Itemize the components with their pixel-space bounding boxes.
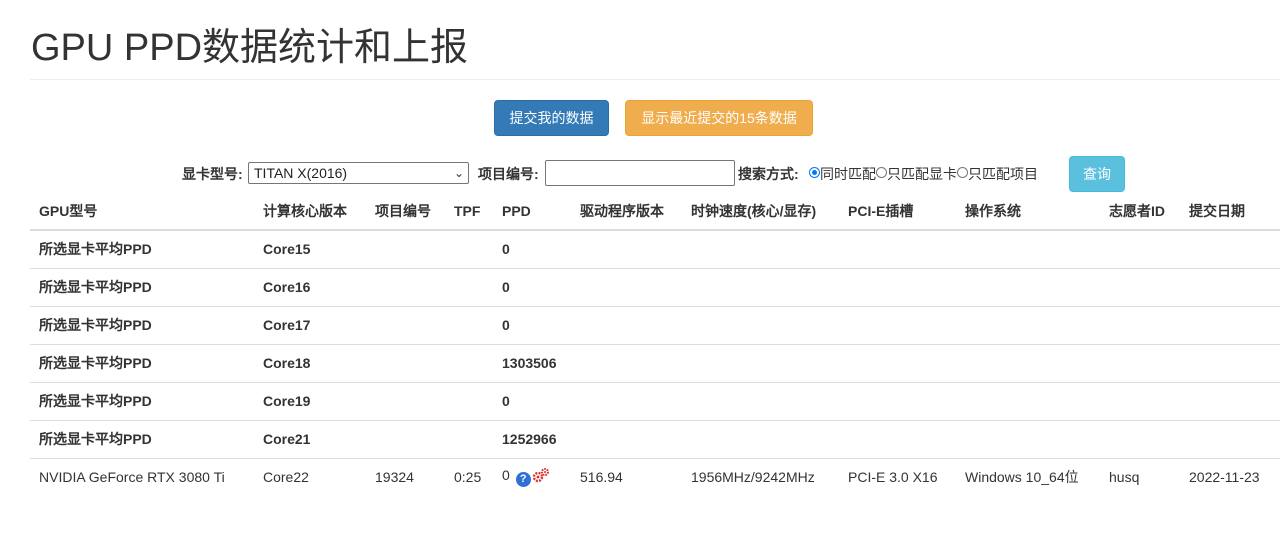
avg-core: Core19 [254,381,366,420]
row-driver: 516.94 [571,457,682,496]
col-os: 操作系统 [956,192,1100,231]
avg-ppd: 1303506 [493,343,571,382]
title-divider [30,79,1280,80]
submit-data-button[interactable]: 提交我的数据 [494,100,609,136]
row-ppd: 0 [502,467,510,484]
col-gpu-model: GPU型号 [30,192,254,231]
gear-link-icon[interactable] [532,467,550,483]
col-project-id: 项目编号 [366,192,445,231]
show-recent-button[interactable]: 显示最近提交的15条数据 [625,100,813,136]
row-project-id: 19324 [366,457,445,496]
table-row-average: 所选显卡平均PPD Core15 0 [30,230,1280,268]
col-clock-speed: 时钟速度(核心/显存) [682,192,839,231]
avg-core: Core16 [254,267,366,306]
row-tpf: 0:25 [445,457,493,496]
col-submit-date: 提交日期 [1180,192,1280,231]
table-row-average: 所选显卡平均PPD Core18 1303506 [30,343,1280,382]
row-date: 2022-11-23 [1180,457,1280,496]
radio-match-gpu[interactable] [876,167,887,178]
avg-label: 所选显卡平均PPD [30,343,254,382]
search-mode-group: 同时匹配 只匹配显卡 只匹配项目 [809,164,1038,184]
radio-match-project-label: 只匹配项目 [968,166,1038,182]
table-row-average: 所选显卡平均PPD Core19 0 [30,381,1280,420]
avg-ppd: 0 [493,305,571,344]
project-id-label: 项目编号: [478,166,539,182]
col-ppd: PPD [493,192,571,231]
search-mode-label: 搜索方式: [738,166,799,182]
row-ppd-cell: 0 ? [493,457,571,496]
col-tpf: TPF [445,192,493,231]
avg-ppd: 0 [493,381,571,420]
avg-label: 所选显卡平均PPD [30,381,254,420]
row-volunteer: husq [1100,457,1180,496]
radio-match-both-label: 同时匹配 [820,166,876,182]
avg-core: Core15 [263,241,311,258]
col-driver-version: 驱动程序版本 [571,192,682,231]
avg-label: 所选显卡平均PPD [39,241,152,258]
col-core-version: 计算核心版本 [254,192,366,231]
question-icon[interactable]: ? [515,472,531,488]
avg-core: Core21 [254,419,366,458]
table-row-average: 所选显卡平均PPD Core17 0 [30,305,1280,344]
avg-core: Core18 [254,343,366,382]
row-clock: 1956MHz/9242MHz [682,457,839,496]
avg-label: 所选显卡平均PPD [30,419,254,458]
row-os: Windows 10_64位 [956,457,1100,496]
avg-label: 所选显卡平均PPD [30,267,254,306]
row-core: Core22 [254,457,366,496]
project-id-input[interactable] [545,160,735,186]
table-row: NVIDIA GeForce RTX 3080 Ti Core22 19324 … [30,457,1280,496]
row-pcie: PCI-E 3.0 X16 [839,457,956,496]
row-gpu-model: NVIDIA GeForce RTX 3080 Ti [30,457,254,496]
query-button[interactable]: 查询 [1069,156,1125,192]
table-row-average: 所选显卡平均PPD Core16 0 [30,267,1280,306]
ppd-table: GPU型号 计算核心版本 项目编号 TPF PPD 驱动程序版本 时钟速度(核心… [30,192,1280,496]
avg-ppd: 0 [502,241,510,258]
col-volunteer-id: 志愿者ID [1100,192,1180,231]
gpu-model-label: 显卡型号: [182,166,243,182]
page-title: GPU PPD数据统计和上报 [31,27,469,69]
avg-ppd: 0 [493,267,571,306]
avg-label: 所选显卡平均PPD [30,305,254,344]
table-row-average: 所选显卡平均PPD Core21 1252966 [30,419,1280,458]
radio-match-both[interactable] [809,167,820,178]
chevron-down-icon: ⌄ [453,166,464,180]
avg-core: Core17 [254,305,366,344]
gpu-model-select[interactable]: TITAN X(2016) ⌄ [248,162,469,184]
avg-ppd: 1252966 [493,419,571,458]
radio-match-gpu-label: 只匹配显卡 [887,166,957,182]
table-header-row: GPU型号 计算核心版本 项目编号 TPF PPD 驱动程序版本 时钟速度(核心… [30,192,1280,231]
radio-match-project[interactable] [957,167,968,178]
col-pcie-slot: PCI-E插槽 [839,192,956,231]
gpu-model-selected-value: TITAN X(2016) [254,165,348,181]
